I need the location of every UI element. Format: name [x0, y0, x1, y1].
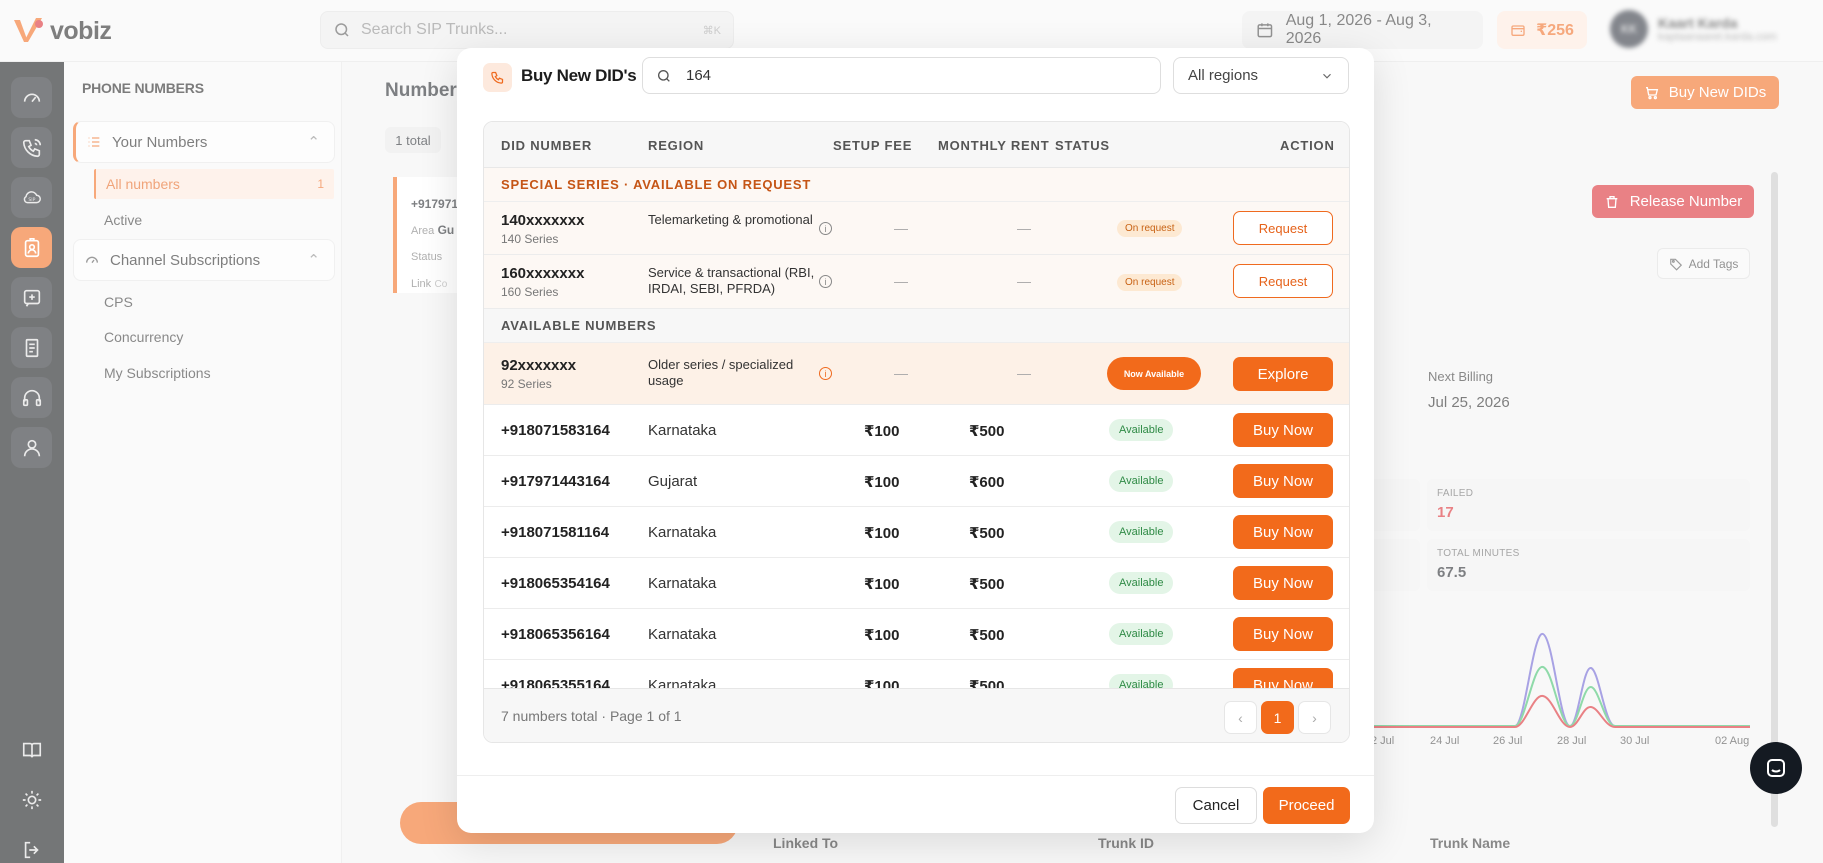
table-row: 140xxxxxxx 140 Series Telemarketing & pr… [484, 202, 1349, 255]
cancel-button[interactable]: Cancel [1175, 787, 1257, 824]
header-status: STATUS [1055, 138, 1110, 153]
setup-fee: — [894, 273, 908, 289]
header-setup-fee: SETUP FEE [833, 138, 913, 153]
table-row: +917971443164 Gujarat ₹100 ₹600 Availabl… [484, 456, 1349, 507]
pagination-summary: 7 numbers total · Page 1 of 1 [501, 708, 682, 724]
did-number: +918065354164 [501, 575, 610, 592]
buy-now-button[interactable]: Buy Now [1233, 464, 1333, 498]
pagination-next-button[interactable]: › [1298, 701, 1331, 734]
setup-fee: ₹100 [864, 423, 900, 440]
monthly-rent: ₹500 [969, 525, 1005, 542]
status-badge: Available [1109, 419, 1174, 441]
section-special-series: SPECIAL SERIES · AVAILABLE ON REQUEST [484, 168, 1349, 202]
setup-fee: — [894, 220, 908, 236]
buy-now-button[interactable]: Buy Now [1233, 515, 1333, 549]
did-region: Gujarat [648, 473, 698, 490]
buy-now-button[interactable]: Buy Now [1233, 617, 1333, 651]
buy-dids-modal: Buy New DID's 164 All regions DID NUMBER… [457, 48, 1374, 833]
info-icon[interactable]: i [819, 222, 832, 235]
did-region: Karnataka [648, 626, 717, 643]
buy-now-button[interactable]: Buy Now [1233, 566, 1333, 600]
search-icon [658, 69, 670, 82]
status-badge: Available [1109, 521, 1174, 543]
did-region: Older series / specialized usage [648, 357, 794, 388]
setup-fee: ₹100 [864, 627, 900, 644]
region-select-value: All regions [1188, 67, 1259, 84]
did-number: +918065356164 [501, 626, 610, 643]
status-badge: Available [1109, 470, 1174, 492]
setup-fee: — [894, 365, 908, 381]
monthly-rent: ₹500 [969, 423, 1005, 440]
pagination-prev-button[interactable]: ‹ [1224, 701, 1257, 734]
did-number: +918071581164 [501, 524, 610, 541]
did-table: DID NUMBER REGION SETUP FEE MONTHLY RENT… [483, 121, 1350, 743]
monthly-rent: ₹500 [969, 627, 1005, 644]
header-did-number: DID NUMBER [501, 138, 593, 153]
header-action: ACTION [1280, 138, 1335, 153]
table-row: 92xxxxxxx 92 Series Older series / speci… [484, 343, 1349, 405]
monthly-rent: ₹600 [969, 474, 1005, 491]
request-button[interactable]: Request [1233, 264, 1333, 298]
modal-header-icon [483, 63, 512, 92]
did-number: +917971443164 [501, 473, 610, 490]
monthly-rent: — [1017, 365, 1031, 381]
explore-button[interactable]: Explore [1233, 357, 1333, 391]
did-region: Telemarketing & promotional [648, 212, 813, 227]
modal-footer-divider [457, 775, 1374, 776]
modal-title: Buy New DID's [521, 66, 637, 85]
monthly-rent: — [1017, 273, 1031, 289]
search-value: 164 [686, 67, 712, 84]
status-badge: On request [1117, 220, 1183, 237]
setup-fee: ₹100 [864, 576, 900, 593]
buy-now-button[interactable]: Buy Now [1233, 413, 1333, 447]
pagination-page-1[interactable]: 1 [1261, 701, 1294, 734]
monthly-rent: — [1017, 220, 1031, 236]
did-series: 160 Series [501, 285, 559, 299]
info-icon[interactable]: i [819, 275, 832, 288]
header-region: REGION [648, 138, 705, 153]
help-chat-button[interactable] [1750, 742, 1802, 794]
setup-fee: ₹100 [864, 525, 900, 542]
did-region: Karnataka [648, 575, 717, 592]
chat-icon [1767, 759, 1785, 777]
status-badge: On request [1117, 274, 1183, 291]
did-search-input[interactable]: 164 [642, 57, 1161, 94]
table-row: +918065356164 Karnataka ₹100 ₹500 Availa… [484, 609, 1349, 660]
region-select[interactable]: All regions [1173, 57, 1349, 94]
did-number: +918071583164 [501, 422, 610, 439]
setup-fee: ₹100 [864, 474, 900, 491]
section-available-numbers: AVAILABLE NUMBERS [484, 309, 1349, 343]
did-region: Karnataka [648, 524, 717, 541]
status-badge: Available [1109, 572, 1174, 594]
table-header: DID NUMBER REGION SETUP FEE MONTHLY RENT… [484, 122, 1349, 168]
chevron-down-icon [1323, 73, 1331, 79]
did-series: 140 Series [501, 232, 559, 246]
did-series: 92 Series [501, 377, 552, 391]
did-number: 160xxxxxxx [501, 265, 585, 282]
proceed-button[interactable]: Proceed [1263, 787, 1350, 824]
table-row: +918065354164 Karnataka ₹100 ₹500 Availa… [484, 558, 1349, 609]
table-row: +918071581164 Karnataka ₹100 ₹500 Availa… [484, 507, 1349, 558]
info-icon[interactable]: i [819, 367, 832, 380]
table-row: 160xxxxxxx 160 Series Service & transact… [484, 255, 1349, 309]
table-footer: 7 numbers total · Page 1 of 1 ‹ 1 › [484, 688, 1349, 742]
status-badge-now-available: Now Available [1107, 357, 1201, 390]
status-badge: Available [1109, 623, 1174, 645]
request-button[interactable]: Request [1233, 211, 1333, 245]
table-row: +918071583164 Karnataka ₹100 ₹500 Availa… [484, 405, 1349, 456]
did-number: 140xxxxxxx [501, 212, 585, 229]
did-region: Karnataka [648, 422, 717, 439]
monthly-rent: ₹500 [969, 576, 1005, 593]
did-region: Service & transactional (RBI, IRDAI, SEB… [648, 265, 815, 296]
header-monthly-rent: MONTHLY RENT [938, 138, 1050, 153]
did-number: 92xxxxxxx [501, 357, 577, 374]
phone-icon [491, 71, 504, 84]
